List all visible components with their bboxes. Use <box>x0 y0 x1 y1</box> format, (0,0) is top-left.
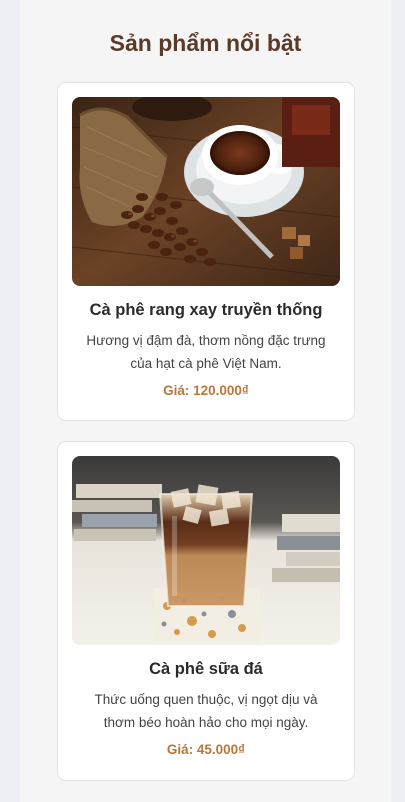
product-name[interactable]: Cà phê sữa đá <box>58 660 354 679</box>
product-card[interactable]: Cà phê sữa đá Thức uống quen thuộc, vị n… <box>57 441 355 781</box>
product-price: Giá: 120.000₫ <box>163 383 249 398</box>
product-card[interactable]: Cà phê rang xay truyền thống Hương vị đậ… <box>57 82 355 421</box>
product-name[interactable]: Cà phê rang xay truyền thống <box>58 301 354 320</box>
iced-milk-coffee-photo-icon <box>72 456 340 645</box>
page-container: Sản phẩm nổi bật Cà phê rang xay truyền … <box>20 0 391 802</box>
section-title: Sản phẩm nổi bật <box>109 30 302 56</box>
hot-coffee-beans-photo-icon <box>72 97 340 286</box>
product-price: Giá: 45.000₫ <box>166 742 246 757</box>
product-image[interactable] <box>72 456 340 645</box>
product-description: Thức uống quen thuộc, vị ngọt dịu và thơ… <box>94 692 318 730</box>
product-image[interactable] <box>72 97 340 286</box>
product-description: Hương vị đậm đà, thơm nồng đặc trưng của… <box>86 333 326 371</box>
